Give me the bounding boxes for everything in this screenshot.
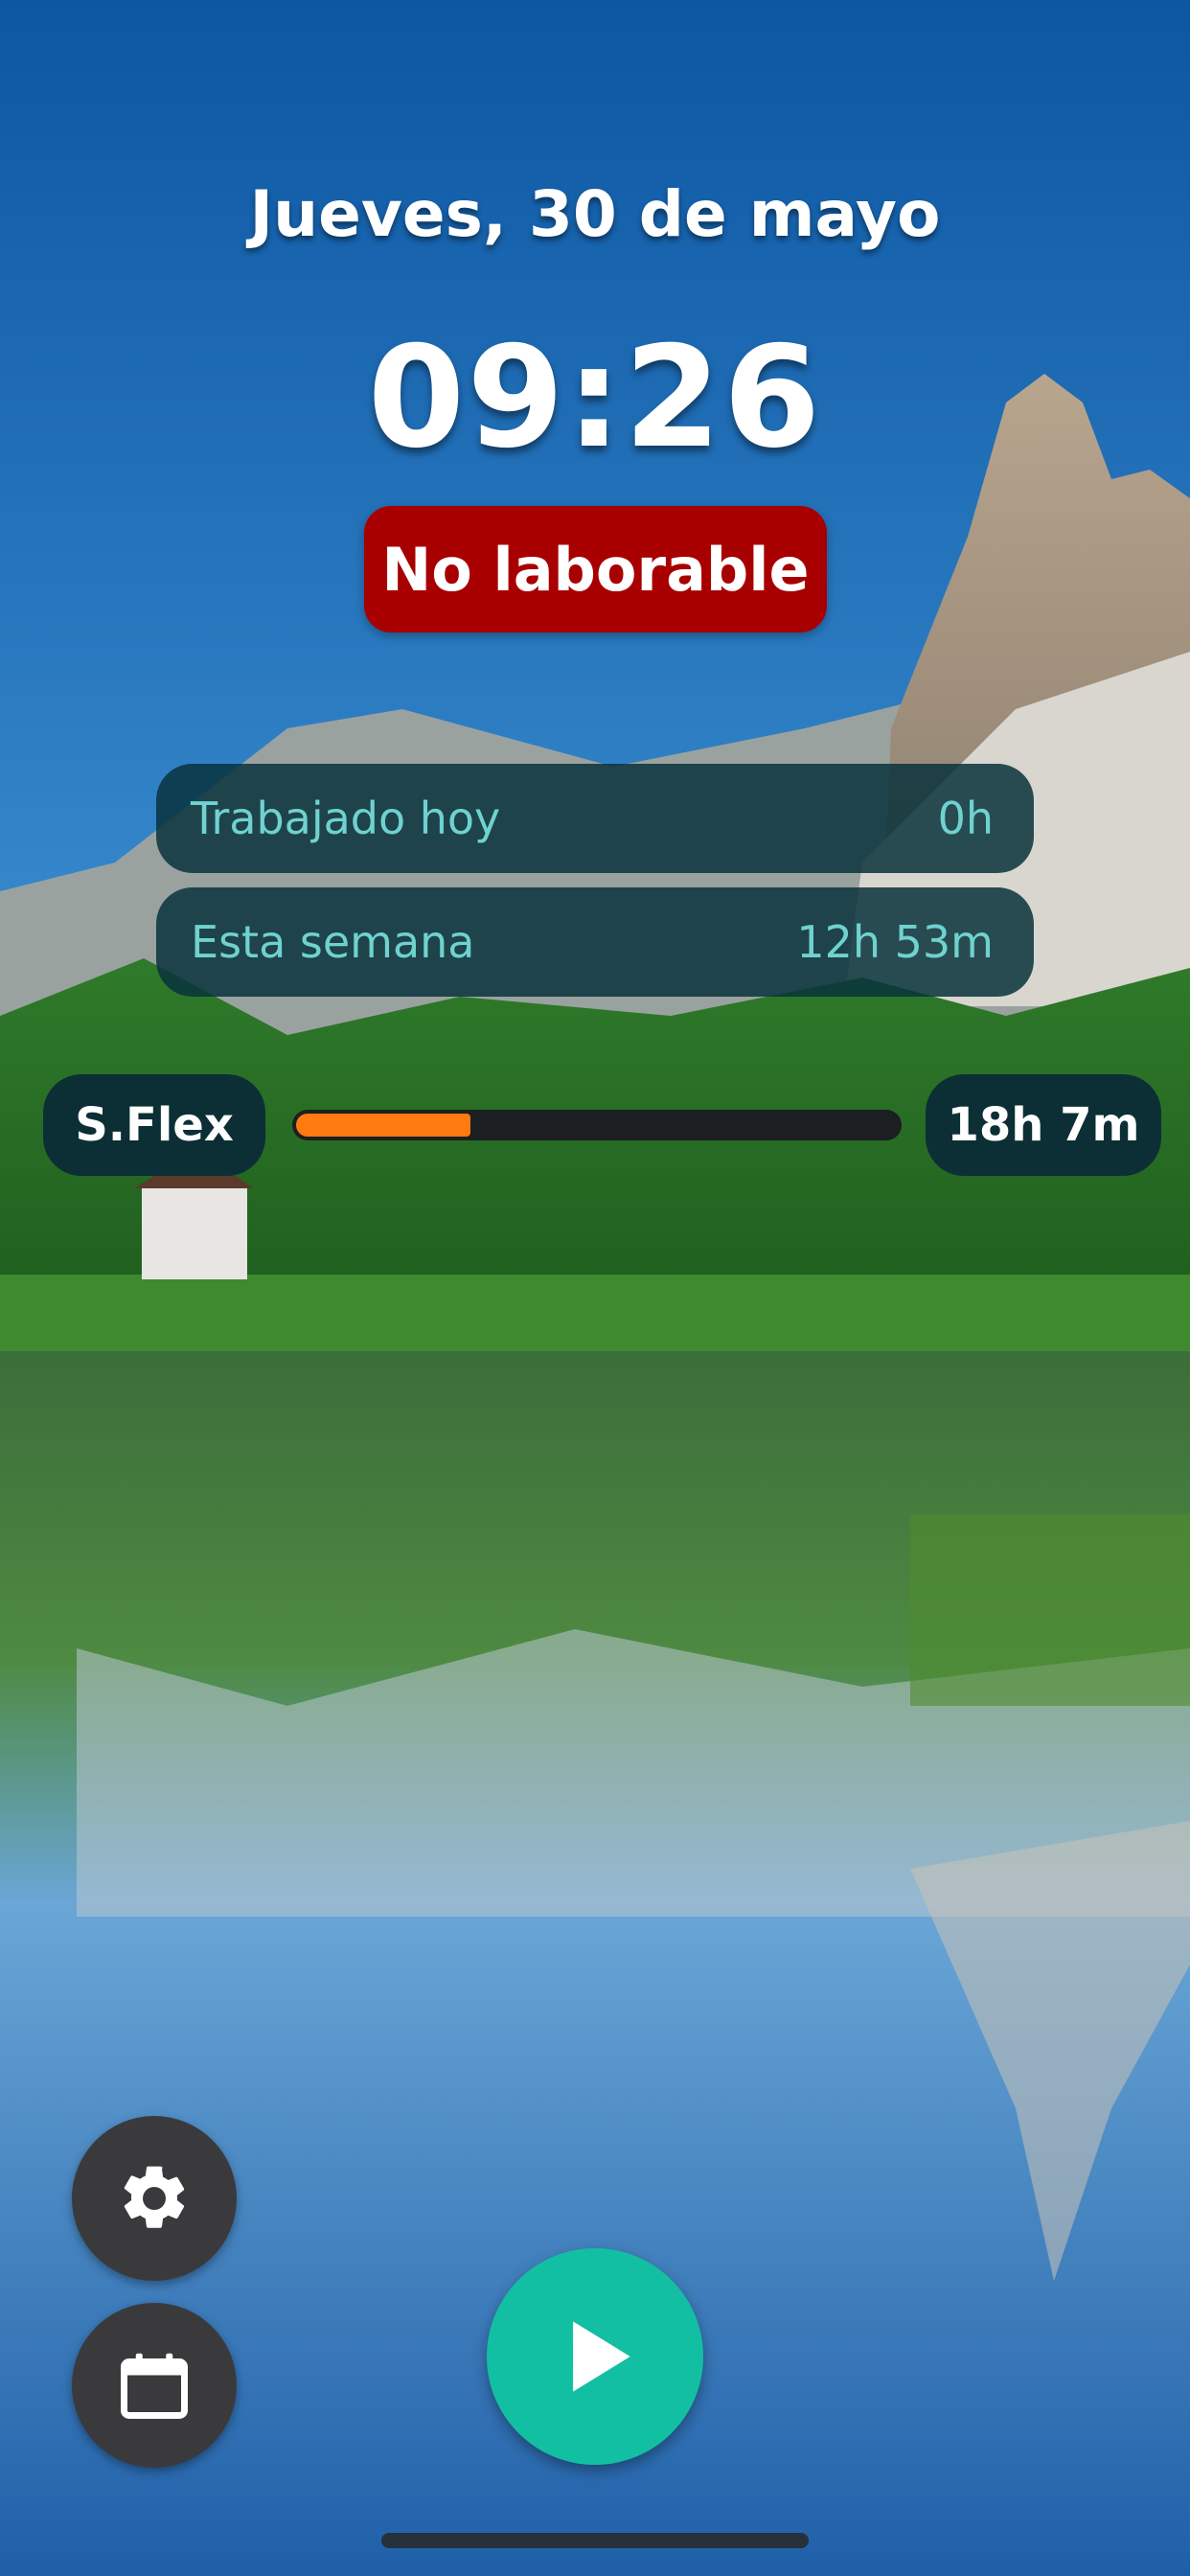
calendar-icon bbox=[121, 2353, 188, 2419]
flex-label: S.Flex bbox=[75, 1098, 234, 1152]
flex-value: 18h 7m bbox=[947, 1098, 1140, 1152]
flex-value-pill: 18h 7m bbox=[926, 1074, 1161, 1176]
play-icon bbox=[573, 2321, 630, 2392]
flex-progress-fill bbox=[296, 1114, 470, 1137]
gear-icon bbox=[124, 2166, 185, 2228]
clock-time: 09:26 bbox=[367, 316, 823, 479]
worked-today-label: Trabajado hoy bbox=[191, 793, 501, 844]
this-week-row: Esta semana 12h 53m bbox=[156, 887, 1034, 997]
this-week-value: 12h 53m bbox=[796, 916, 994, 968]
this-week-label: Esta semana bbox=[191, 916, 475, 968]
flex-progress-bar bbox=[292, 1110, 902, 1140]
settings-button[interactable] bbox=[72, 2116, 237, 2281]
play-button[interactable] bbox=[487, 2248, 703, 2465]
worked-today-row: Trabajado hoy 0h bbox=[156, 764, 1034, 873]
home-indicator[interactable] bbox=[381, 2533, 809, 2548]
worked-today-value: 0h bbox=[937, 793, 994, 844]
status-badge-label: No laborable bbox=[381, 534, 810, 605]
lock-screen: { "header": { "date": "Jueves, 30 de may… bbox=[0, 0, 1190, 2576]
calendar-button[interactable] bbox=[72, 2303, 237, 2468]
date-label: Jueves, 30 de mayo bbox=[249, 177, 941, 251]
flex-label-pill: S.Flex bbox=[43, 1074, 265, 1176]
status-badge: No laborable bbox=[364, 506, 827, 632]
